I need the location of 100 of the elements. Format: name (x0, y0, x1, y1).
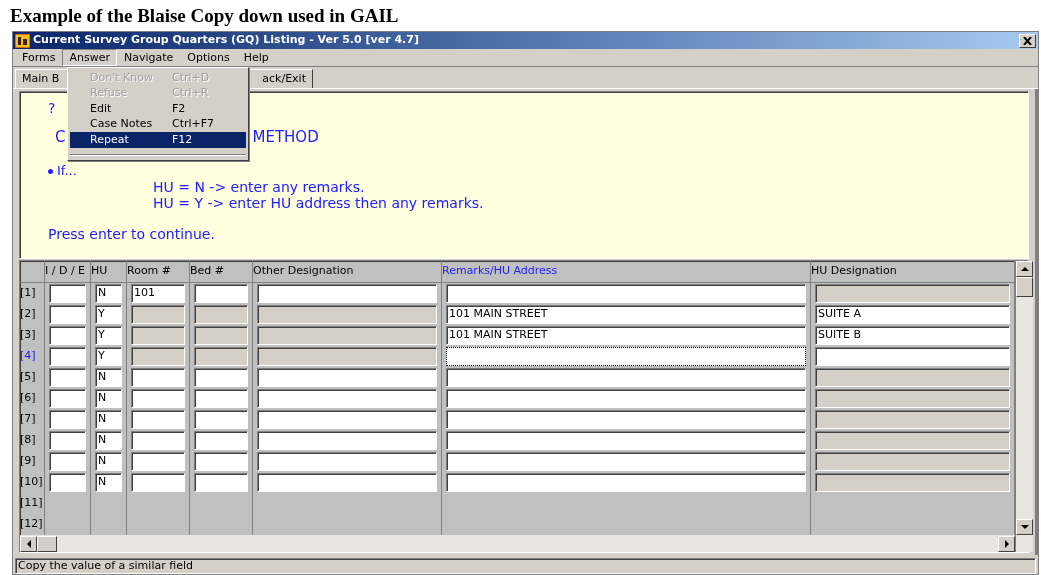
input-field[interactable] (257, 473, 437, 492)
input-field[interactable]: N (95, 368, 122, 387)
question-mark: ? (48, 100, 56, 116)
triangle-icon (1019, 265, 1030, 273)
menu-bar-item[interactable]: Forms (15, 49, 63, 66)
column-header: Remarks/HU Address (442, 263, 558, 280)
column-header: Other Designation (253, 263, 354, 280)
input-field[interactable] (194, 473, 248, 492)
input-field[interactable] (131, 389, 185, 408)
input-field[interactable]: N (95, 473, 122, 492)
question-heading: METHOD (252, 129, 319, 145)
continue-prompt: Press enter to continue. (48, 226, 215, 242)
input-field[interactable] (194, 284, 248, 303)
input-field[interactable] (446, 431, 806, 450)
column-header: HU Designation (811, 263, 897, 280)
input-field[interactable]: N (95, 452, 122, 471)
input-field[interactable] (131, 368, 185, 387)
menu-bar-item[interactable]: Options (180, 49, 237, 66)
input-field[interactable]: N (95, 410, 122, 429)
input-field[interactable] (49, 473, 86, 492)
row-number: [12] (20, 516, 43, 533)
input-field[interactable] (194, 368, 248, 387)
input-field[interactable] (194, 452, 248, 471)
app-logo-icon (15, 33, 30, 48)
input-field[interactable] (49, 389, 86, 408)
scroll-thumb[interactable] (1016, 277, 1033, 297)
input-field[interactable]: Y (95, 326, 122, 345)
menu-bar-item[interactable]: Help (236, 49, 276, 66)
input-field[interactable]: SUITE A (815, 305, 1010, 324)
close-button[interactable] (1019, 33, 1036, 48)
input-field[interactable] (446, 347, 806, 366)
input-field[interactable] (257, 389, 437, 408)
input-field[interactable]: N (95, 389, 122, 408)
row-number: [9] (20, 453, 36, 470)
input-field[interactable] (446, 410, 806, 429)
instruction-text: HU = Y -> enter HU address then any remarks. (153, 195, 484, 211)
input-field[interactable] (49, 452, 86, 471)
menu-item[interactable]: Repeat F12 (70, 132, 246, 148)
input-field[interactable]: 101 MAIN STREET (446, 305, 806, 324)
row-number: [11] (20, 495, 43, 512)
input-field[interactable]: N (95, 431, 122, 450)
triangle-icon (1002, 538, 1011, 549)
input-field[interactable] (49, 284, 86, 303)
close-icon (1023, 36, 1032, 45)
scroll-right-button[interactable] (998, 535, 1015, 552)
input-field[interactable] (446, 473, 806, 492)
input-field[interactable] (446, 368, 806, 387)
row-number: [6] (20, 390, 36, 407)
row-number: [7] (20, 411, 36, 428)
scroll-up-button[interactable] (1016, 261, 1033, 277)
input-field[interactable] (131, 452, 185, 471)
bullet-icon (48, 168, 53, 174)
input-field[interactable]: SUITE B (815, 326, 1010, 345)
input-field[interactable] (257, 368, 437, 387)
vertical-scrollbar[interactable] (1015, 261, 1033, 552)
menu-bar-item[interactable]: Answer (62, 49, 117, 66)
input-field[interactable] (194, 389, 248, 408)
input-field[interactable]: Y (95, 347, 122, 366)
column-header: HU (91, 263, 108, 280)
row-number: [1] (20, 285, 36, 302)
input-field[interactable] (49, 410, 86, 429)
input-field[interactable]: Y (95, 305, 122, 324)
input-field[interactable] (815, 347, 1010, 366)
column-header: I / D / E (45, 263, 86, 280)
input-field[interactable] (446, 389, 806, 408)
input-field[interactable]: 101 (131, 284, 185, 303)
row-number: [5] (20, 369, 36, 386)
status-text: Copy the value of a similar field (18, 559, 193, 572)
input-field[interactable] (49, 305, 86, 324)
menu-bar-item[interactable]: Navigate (116, 49, 181, 66)
input-field[interactable] (131, 410, 185, 429)
input-field[interactable] (49, 326, 86, 345)
input-field[interactable] (49, 347, 86, 366)
row-number: [2] (20, 306, 36, 323)
input-field[interactable] (257, 431, 437, 450)
instruction-text: If... (57, 163, 77, 179)
column-header: Bed # (190, 263, 224, 280)
scroll-left-button[interactable] (20, 535, 37, 552)
input-field[interactable] (49, 431, 86, 450)
input-field[interactable] (194, 431, 248, 450)
input-field[interactable] (446, 284, 806, 303)
input-field[interactable]: N (95, 284, 122, 303)
horizontal-scrollbar[interactable] (20, 535, 1015, 552)
row-number: [4] (20, 348, 36, 365)
input-field[interactable]: 101 MAIN STREET (446, 326, 806, 345)
row-number: [10] (20, 474, 43, 491)
scroll-thumb[interactable] (37, 535, 57, 552)
column-header: Room # (127, 263, 172, 280)
input-field[interactable] (131, 431, 185, 450)
input-field[interactable] (194, 410, 248, 429)
instruction-text: HU = N -> enter any remarks. (153, 179, 365, 195)
scroll-down-button[interactable] (1016, 519, 1033, 535)
menu-item[interactable]: Case Notes Ctrl+F7 (70, 116, 246, 132)
input-field[interactable] (257, 452, 437, 471)
input-field[interactable] (257, 284, 437, 303)
input-field[interactable] (257, 410, 437, 429)
input-field[interactable] (446, 452, 806, 471)
input-field[interactable] (131, 473, 185, 492)
menu-item[interactable]: Edit F2 (70, 101, 246, 117)
input-field[interactable] (49, 368, 86, 387)
